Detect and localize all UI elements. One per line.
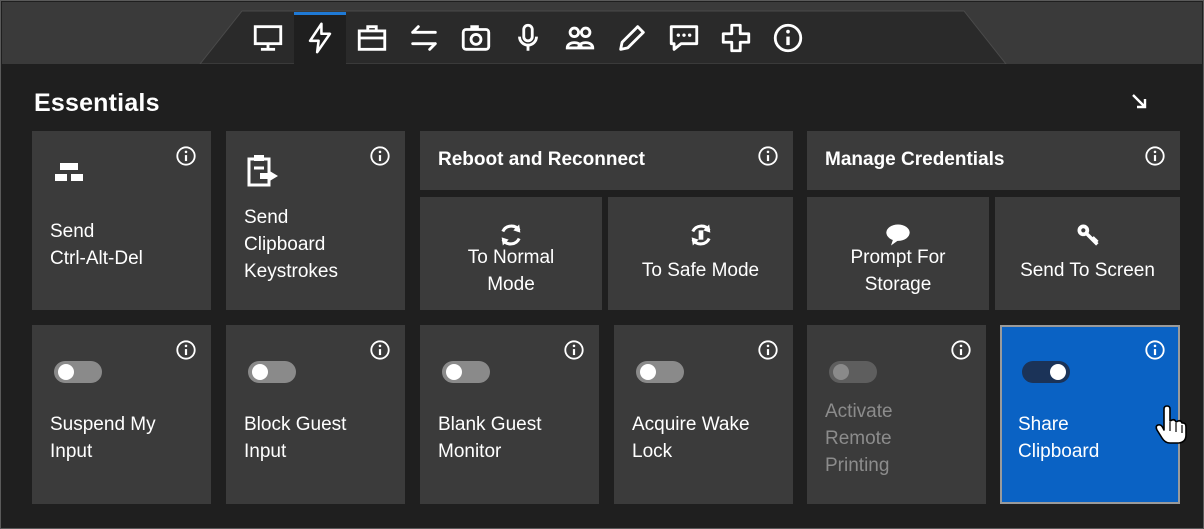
toggle-switch[interactable]	[442, 361, 490, 383]
blank-guest-monitor-toggle-card[interactable]: Blank Guest Monitor	[420, 325, 599, 504]
section-title: Essentials	[34, 89, 160, 117]
manage-credentials-title: Manage Credentials	[825, 149, 1005, 170]
camera-icon	[461, 25, 491, 51]
info-icon	[773, 23, 803, 53]
transfer-arrows-icon	[411, 25, 437, 51]
info-icon[interactable]	[757, 339, 779, 361]
toggle-switch[interactable]	[1022, 361, 1070, 383]
info-icon[interactable]	[563, 339, 585, 361]
share-clipboard-label: Share Clipboard	[1018, 414, 1100, 462]
toolbar	[2, 2, 1202, 64]
chat-icon	[669, 25, 699, 51]
hand-pointer-icon	[1155, 405, 1187, 444]
reboot-safe-mode-button[interactable]: To Safe Mode	[608, 197, 793, 310]
send-clipboard-keystrokes-button[interactable]: Send Clipboard Keystrokes	[226, 131, 405, 310]
info-icon[interactable]	[1144, 145, 1166, 167]
toggle-switch	[829, 361, 877, 383]
info-icon[interactable]	[175, 145, 197, 167]
tab-display[interactable]	[242, 12, 294, 64]
suspend-my-input-label: Suspend My Input	[50, 414, 156, 462]
pencil-icon	[619, 25, 645, 51]
send-ctrl-alt-del-button[interactable]: Send Ctrl-Alt-Del	[32, 131, 211, 310]
tab-audio[interactable]	[502, 12, 554, 64]
tab-tools[interactable]	[346, 12, 398, 64]
toggle-switch[interactable]	[248, 361, 296, 383]
toggle-switch[interactable]	[54, 361, 102, 383]
prompt-for-storage-button[interactable]: Prompt For Storage	[807, 197, 989, 310]
info-icon[interactable]	[369, 339, 391, 361]
keyboard-keys-icon	[55, 163, 83, 181]
info-icon[interactable]	[1144, 339, 1166, 361]
block-guest-input-label: Block Guest Input	[244, 414, 347, 462]
lightning-icon	[308, 22, 332, 54]
users-icon	[565, 26, 595, 50]
send-to-screen-button[interactable]: Send To Screen	[995, 197, 1180, 310]
tab-participants[interactable]	[554, 12, 606, 64]
tab-transfer[interactable]	[398, 12, 450, 64]
send-clipboard-keystrokes-label: Send Clipboard Keystrokes	[244, 207, 338, 282]
suspend-my-input-toggle-card[interactable]: Suspend My Input	[32, 325, 211, 504]
activate-remote-printing-toggle-card: Activate Remote Printing	[807, 325, 986, 504]
acquire-wake-lock-toggle-card[interactable]: Acquire Wake Lock	[614, 325, 793, 504]
block-guest-input-toggle-card[interactable]: Block Guest Input	[226, 325, 405, 504]
reboot-safe-mode-label: To Safe Mode	[641, 260, 760, 281]
tab-add[interactable]	[710, 12, 762, 64]
toggle-switch[interactable]	[636, 361, 684, 383]
acquire-wake-lock-label: Acquire Wake Lock	[632, 414, 750, 462]
blank-guest-monitor-label: Blank Guest Monitor	[438, 414, 542, 462]
tab-actions[interactable]	[294, 12, 346, 64]
clipboard-send-icon	[247, 155, 278, 187]
toggle-knob	[640, 364, 656, 380]
tab-annotate[interactable]	[606, 12, 658, 64]
monitor-icon	[253, 25, 283, 51]
info-icon[interactable]	[950, 339, 972, 361]
collapse-arrow-icon[interactable]	[1127, 89, 1151, 113]
key-icon	[1077, 224, 1099, 246]
toolbox-icon	[357, 25, 387, 51]
toggle-knob	[252, 364, 268, 380]
reboot-normal-mode-label: To Normal Mode	[467, 247, 555, 295]
info-icon[interactable]	[175, 339, 197, 361]
tab-bar	[242, 12, 814, 64]
reboot-reconnect-title: Reboot and Reconnect	[438, 149, 645, 170]
send-to-screen-label: Send To Screen	[1020, 260, 1155, 281]
reboot-normal-mode-button[interactable]: To Normal Mode	[420, 197, 602, 310]
toggle-knob	[58, 364, 74, 380]
toggle-knob	[1050, 364, 1066, 380]
toggle-knob	[446, 364, 462, 380]
essentials-panel: Essentials Send Ctrl-Alt-Del Send Clipbo…	[0, 0, 1204, 529]
activate-remote-printing-label: Activate Remote Printing	[825, 401, 893, 476]
info-icon[interactable]	[757, 145, 779, 167]
toggle-knob	[833, 364, 849, 380]
plus-icon	[721, 23, 751, 53]
share-clipboard-toggle-card[interactable]: Share Clipboard	[1000, 325, 1180, 504]
tab-chat[interactable]	[658, 12, 710, 64]
prompt-for-storage-label: Prompt For Storage	[850, 247, 946, 295]
tab-info[interactable]	[762, 12, 814, 64]
info-icon[interactable]	[369, 145, 391, 167]
safe-mode-refresh-icon	[690, 224, 711, 246]
tab-screenshot[interactable]	[450, 12, 502, 64]
send-ctrl-alt-del-label: Send Ctrl-Alt-Del	[50, 221, 143, 269]
manage-credentials-header: Manage Credentials	[807, 131, 1180, 190]
microphone-icon	[518, 23, 538, 51]
reboot-reconnect-header: Reboot and Reconnect	[420, 131, 793, 190]
